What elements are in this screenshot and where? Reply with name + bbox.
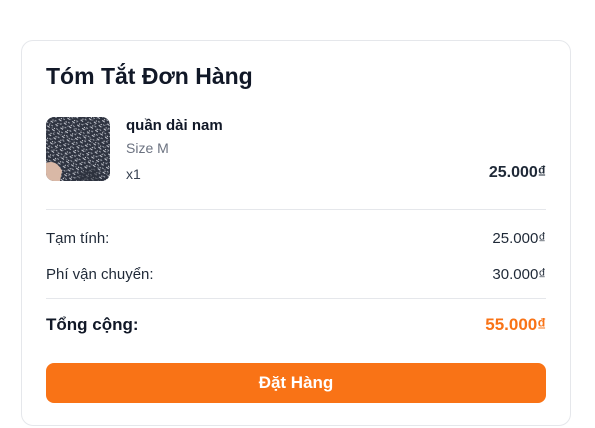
- product-quantity: x1: [126, 166, 141, 182]
- divider: [46, 209, 546, 210]
- product-name[interactable]: quần dài nam: [126, 117, 223, 134]
- product-price: 25.000₫: [488, 164, 546, 181]
- product-thumbnail[interactable]: [46, 117, 110, 181]
- subtotal-value: 25.000₫: [492, 230, 546, 247]
- order-summary-title: Tóm Tắt Đơn Hàng: [46, 63, 253, 89]
- shipping-label: Phí vận chuyển:: [46, 266, 154, 283]
- total-value: 55.000₫: [485, 315, 546, 334]
- product-image: [46, 117, 110, 181]
- divider: [46, 298, 546, 299]
- shipping-value: 30.000₫: [492, 266, 546, 283]
- subtotal-label: Tạm tính:: [46, 230, 110, 247]
- place-order-button[interactable]: Đặt Hàng: [46, 363, 546, 403]
- total-label: Tổng cộng:: [46, 315, 139, 334]
- order-summary-card: Tóm Tắt Đơn Hàng quần dài nam Size M x1 …: [21, 40, 571, 426]
- product-size: Size M: [126, 140, 169, 156]
